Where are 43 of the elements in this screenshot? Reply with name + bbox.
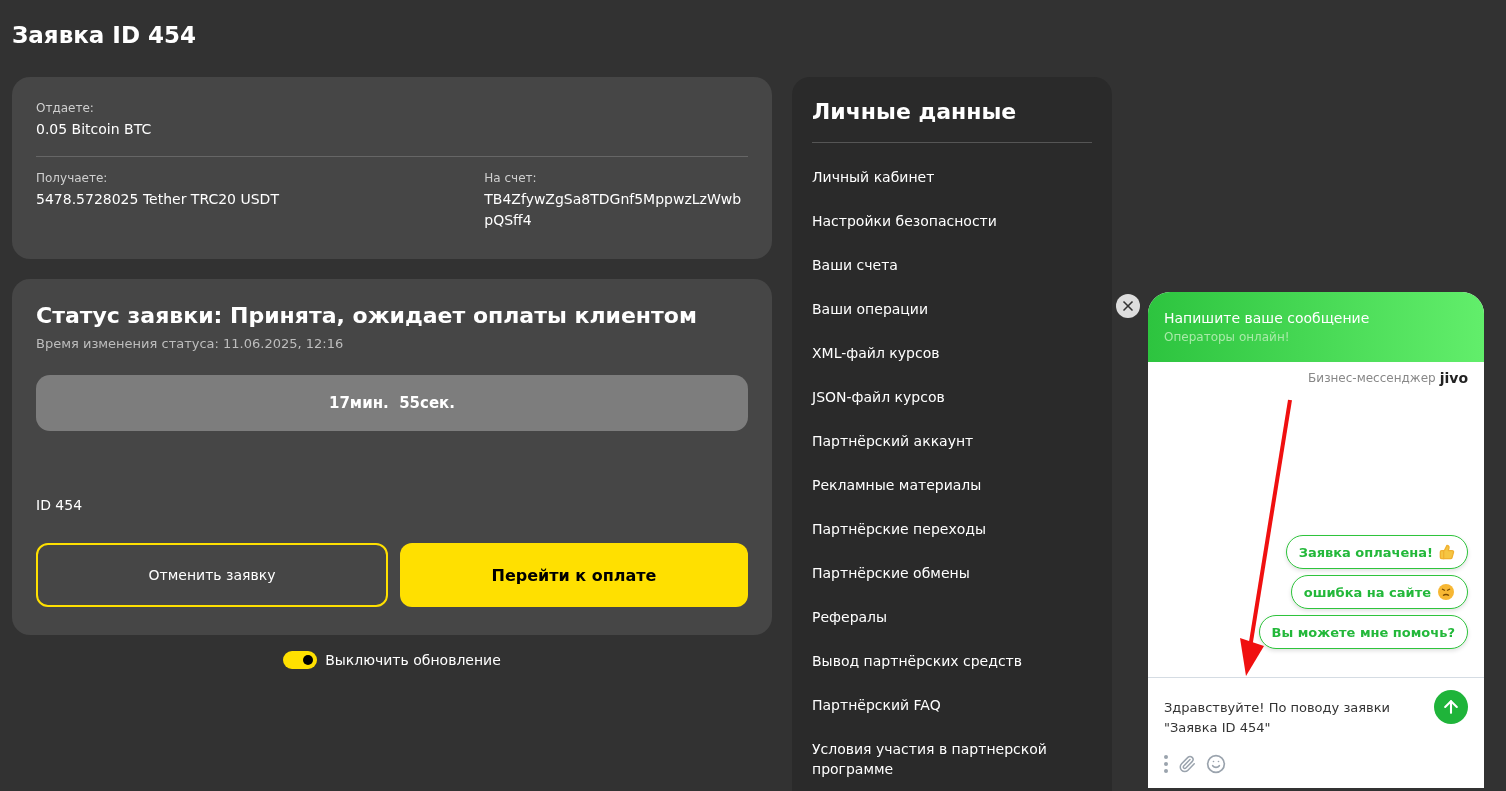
angry-face-icon [1437, 583, 1455, 601]
order-id: ID 454 [36, 497, 84, 513]
sidebar-link[interactable]: Ваши счета [812, 255, 1092, 299]
sidebar-link[interactable]: Партнёрские переходы [812, 519, 1092, 563]
countdown-timer: 17мин. 55сек. [36, 375, 748, 431]
emoji-icon[interactable] [1206, 754, 1226, 774]
refresh-toggle[interactable] [283, 651, 318, 669]
close-button[interactable] [1116, 294, 1140, 318]
sidebar-link[interactable]: Условия участия в партнерской программе [812, 739, 1092, 783]
chat-subtitle: Операторы онлайн! [1164, 330, 1291, 344]
sidebar-link[interactable]: JSON-файл курсов [812, 387, 1092, 431]
close-icon [1120, 298, 1136, 314]
sidebar-link[interactable]: Вывод партнёрских средств [812, 651, 1092, 695]
sidebar-link[interactable]: Партнёрский FAQ [812, 695, 1092, 739]
chat-title: Напишите ваше сообщение [1164, 310, 1371, 326]
get-label: Получаете: [36, 171, 109, 185]
sidebar-link[interactable]: Партнёрские обмены [812, 563, 1092, 607]
more-icon[interactable] [1164, 755, 1168, 773]
brand-logo: jivo [1439, 370, 1468, 386]
sidebar-link[interactable]: Личный кабинет [812, 167, 1092, 211]
sidebar-link[interactable]: XML-файл курсов [812, 343, 1092, 387]
up-arrow-icon [1441, 697, 1461, 717]
give-label: Отдаете: [36, 101, 95, 115]
give-value: 0.05 Bitcoin BTC [36, 120, 153, 139]
sidebar-link[interactable]: Настройки безопасности [812, 211, 1092, 255]
page-title: Заявка ID 454 [12, 21, 197, 50]
attach-icon[interactable] [1178, 755, 1196, 773]
status-title: Статус заявки: Принята, ожидает оплаты клиентом [36, 303, 698, 328]
account-value: TB4ZfywZgSa8TDGnf5MppwzLzWwbpQSff4 [484, 190, 743, 230]
sidebar-title: Личные данные [812, 95, 1092, 143]
thumbs-up-icon [1439, 544, 1455, 560]
toggle-label: Выключить обновление [325, 652, 501, 668]
sidebar-link[interactable]: Партнёрский аккаунт [812, 431, 1092, 475]
sidebar-link[interactable]: Рефералы [812, 607, 1092, 651]
brand-caption: Бизнес-мессенджер [1308, 371, 1436, 385]
pay-button[interactable]: Перейти к оплате [400, 543, 748, 607]
status-changed-time: Время изменения статуса: 11.06.2025, 12:16 [36, 336, 345, 351]
sidebar-link[interactable]: Ваши операции [812, 299, 1092, 343]
send-button[interactable] [1434, 690, 1468, 724]
sidebar-link[interactable]: Рекламные материалы [812, 475, 1092, 519]
account-label: На счет: [484, 171, 538, 185]
cancel-button[interactable]: Отменить заявку [36, 543, 388, 607]
get-value: 5478.5728025 Tether TRC20 USDT [36, 190, 280, 209]
